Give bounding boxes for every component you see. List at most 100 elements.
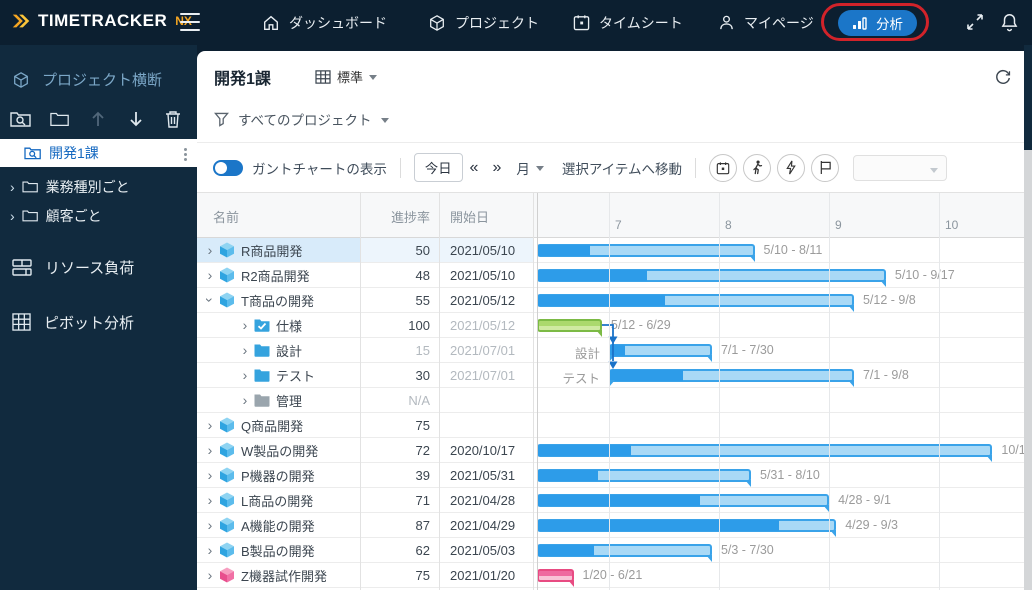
app-logo: TIMETRACKERNX <box>10 10 192 32</box>
table-row[interactable]: › 管理 N/A <box>197 388 1024 413</box>
table-row[interactable]: › L商品の開発 71 2021/04/28 4/28 - 9/1 <box>197 488 1024 513</box>
sidebar-item-by-work-type[interactable]: › 業務種別ごと <box>0 173 197 200</box>
gantt-bar[interactable] <box>537 569 574 587</box>
gantt-bar-date-label: 5/12 - 6/29 <box>610 318 671 332</box>
chevron-collapsed-icon[interactable]: › <box>205 442 215 458</box>
calendar-icon <box>573 14 590 31</box>
fullscreen-icon[interactable] <box>965 12 985 32</box>
gantt-bar[interactable] <box>537 444 993 462</box>
sidebar-item-resource-load[interactable]: リソース負荷 <box>0 252 197 282</box>
chevron-collapsed-icon[interactable]: › <box>205 242 215 258</box>
gantt-bar[interactable] <box>537 269 886 287</box>
chevron-collapsed-icon[interactable]: › <box>205 517 215 533</box>
table-row[interactable]: › T商品の開発 55 2021/05/12 5/12 - 9/8 <box>197 288 1024 313</box>
table-row[interactable]: › Q商品開発 75 <box>197 413 1024 438</box>
chevron-collapsed-icon[interactable]: › <box>240 317 250 333</box>
nav-analysis-button[interactable]: 分析 <box>838 10 917 36</box>
chevron-down-icon <box>930 167 938 173</box>
row-start-date: 2021/05/12 <box>450 292 516 308</box>
gantt-bar-date-label: 5/10 - 9/17 <box>894 268 955 282</box>
table-row[interactable]: › 設計 15 2021/07/01 7/1 - 7/30 設計 <box>197 338 1024 363</box>
folder-gray <box>254 393 270 408</box>
gantt-bar[interactable] <box>609 369 854 387</box>
table-row[interactable]: › R商品開発 50 2021/05/10 5/10 - 8/11 <box>197 238 1024 263</box>
table-row[interactable]: › テスト 30 2021/07/01 7/1 - 9/8 テスト <box>197 363 1024 388</box>
project-filter[interactable]: すべてのプロジェクト <box>214 109 389 129</box>
notifications-bell-icon[interactable] <box>1000 12 1019 32</box>
prev-period-button[interactable]: « <box>470 159 479 177</box>
nav-item-mypage[interactable]: マイページ <box>718 0 814 45</box>
row-start-date: 2021/07/01 <box>450 342 516 358</box>
gantt-bar[interactable] <box>537 244 755 262</box>
chevron-collapsed-icon[interactable]: › <box>240 367 250 383</box>
column-header-start-date[interactable]: 開始日 <box>450 207 489 226</box>
period-selector[interactable]: 月 <box>516 158 544 178</box>
gantt-bar[interactable] <box>537 519 837 537</box>
move-down-icon[interactable] <box>126 109 146 129</box>
cube-blue <box>219 467 235 483</box>
flag-button[interactable] <box>811 153 839 182</box>
gantt-bar[interactable] <box>537 294 854 312</box>
chevron-down-icon <box>380 117 389 123</box>
table-row[interactable]: › W製品の開発 72 2020/10/17 10/17 <box>197 438 1024 463</box>
row-start-date: 2021/04/29 <box>450 517 516 533</box>
sidebar-item-dev-section-1[interactable]: 開発1課 <box>0 139 197 167</box>
move-to-selected-button[interactable]: 選択アイテムへ移動 <box>562 158 682 178</box>
walker-progress-button[interactable] <box>743 153 771 182</box>
chevron-collapsed-icon[interactable]: › <box>240 342 250 358</box>
gantt-bar-date-label: 4/28 - 9/1 <box>838 493 891 507</box>
more-options-kebab-icon[interactable] <box>182 146 189 163</box>
nav-item-dashboard[interactable]: ダッシュボード <box>262 0 387 45</box>
view-selector[interactable]: 標準 <box>315 67 378 86</box>
nav-item-timesheet[interactable]: タイムシート <box>573 0 683 45</box>
chevron-expanded-icon[interactable]: › <box>202 295 218 305</box>
page-title: 開発1課 <box>214 71 271 88</box>
table-row[interactable]: › R2商品開発 48 2021/05/10 5/10 - 9/17 <box>197 263 1024 288</box>
chevron-collapsed-icon[interactable]: › <box>205 267 215 283</box>
refresh-icon[interactable] <box>994 69 1012 87</box>
row-name: P機器の開発 <box>241 468 315 484</box>
nav-item-label: ダッシュボード <box>289 14 387 31</box>
gantt-bar[interactable] <box>609 344 712 362</box>
chevron-collapsed-icon[interactable]: › <box>240 392 250 408</box>
sidebar-section-cross-project[interactable]: プロジェクト横断 <box>12 69 162 90</box>
folder-search-icon[interactable] <box>10 109 32 129</box>
row-name: Q商品開発 <box>241 418 304 434</box>
delete-trash-icon[interactable] <box>164 109 182 129</box>
move-up-icon[interactable] <box>88 109 108 129</box>
sidebar: プロジェクト横断 開発1課 › 業務種別ごと › 顧客ごと リソース負荷 ピボッ… <box>0 45 197 590</box>
hamburger-menu-icon[interactable] <box>180 13 200 31</box>
home-icon <box>262 14 280 32</box>
column-header-progress[interactable]: 進捗率 <box>360 207 430 226</box>
gantt-bar[interactable] <box>537 494 830 512</box>
chevron-collapsed-icon[interactable]: › <box>205 467 215 483</box>
sidebar-item-pivot-analysis[interactable]: ピボット分析 <box>0 307 197 337</box>
table-row[interactable]: › A機能の開発 87 2021/04/29 4/29 - 9/3 <box>197 513 1024 538</box>
calendar-badge-icon <box>716 161 730 175</box>
row-progress: 15 <box>415 342 430 358</box>
table-row[interactable]: › Z機器試作開発 75 2021/01/20 1/20 - 6/21 <box>197 563 1024 588</box>
table-row[interactable]: › B製品の開発 62 2021/05/03 5/3 - 7/30 <box>197 538 1024 563</box>
marker-select-disabled[interactable] <box>853 154 947 181</box>
today-button[interactable]: 今日 <box>413 153 463 182</box>
gantt-bar[interactable] <box>537 319 602 337</box>
view-name: 標準 <box>337 70 364 85</box>
next-period-button[interactable]: » <box>492 159 501 177</box>
schedule-marker-button[interactable] <box>709 153 737 182</box>
row-name: 設計 <box>276 343 303 359</box>
chevron-collapsed-icon[interactable]: › <box>205 567 215 583</box>
gantt-bar[interactable] <box>537 544 712 562</box>
gantt-visibility-toggle[interactable] <box>213 159 243 176</box>
chevron-collapsed-icon[interactable]: › <box>205 417 215 433</box>
nav-item-project[interactable]: プロジェクト <box>428 0 539 45</box>
table-row[interactable]: › P機器の開発 39 2021/05/31 5/31 - 8/10 <box>197 463 1024 488</box>
chevron-right-icon: › <box>10 207 15 224</box>
new-folder-icon[interactable] <box>50 109 70 129</box>
bolt-button[interactable] <box>777 153 805 182</box>
column-header-name[interactable]: 名前 <box>213 207 239 226</box>
chevron-collapsed-icon[interactable]: › <box>205 542 215 558</box>
table-row[interactable]: › 仕様 100 2021/05/12 5/12 - 6/29 <box>197 313 1024 338</box>
row-name: T商品の開発 <box>241 293 314 309</box>
chevron-collapsed-icon[interactable]: › <box>205 492 215 508</box>
sidebar-item-by-customer[interactable]: › 顧客ごと <box>0 202 197 229</box>
